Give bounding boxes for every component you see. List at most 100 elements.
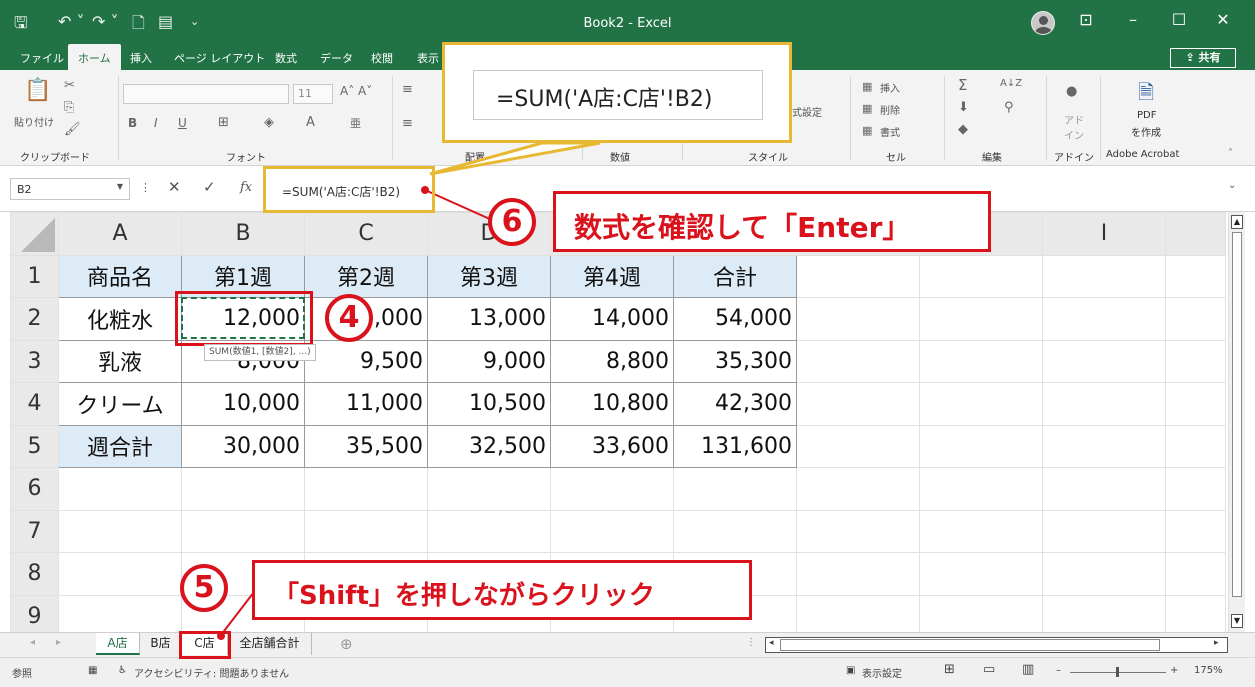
horizontal-scrollbar[interactable]: ◂ ▸ (765, 637, 1228, 653)
cell[interactable] (1165, 509, 1226, 553)
cell[interactable] (1165, 254, 1226, 298)
border-icon[interactable]: ⊞ (218, 115, 229, 130)
scroll-up-icon[interactable]: ▲ (1231, 215, 1243, 229)
zoom-slider-thumb[interactable] (1116, 667, 1119, 677)
enter-icon[interactable]: ✓ (203, 178, 216, 196)
row-header-4[interactable]: 4 (10, 382, 59, 426)
display-settings-label[interactable]: 表示設定 (862, 665, 902, 680)
phonetic-icon[interactable]: 亜 (350, 115, 361, 131)
addin-button-label[interactable]: アド イン (1064, 112, 1084, 142)
cell-c1[interactable]: 第2週 (304, 254, 428, 298)
cell[interactable] (919, 382, 1043, 426)
cell-d3[interactable]: 9,000 (427, 339, 551, 383)
ribbon-display-button[interactable]: ⊡ (1071, 10, 1101, 29)
normal-view-icon[interactable]: ⊞ (944, 662, 955, 677)
cell-d5[interactable]: 32,500 (427, 424, 551, 468)
delete-cells-icon[interactable]: ▦ (862, 102, 872, 115)
paste-icon[interactable]: 📋 (24, 78, 51, 103)
cell[interactable] (427, 509, 551, 553)
page-layout-view-icon[interactable]: ▭ (983, 662, 995, 677)
cell-b5[interactable]: 30,000 (181, 424, 305, 468)
find-icon[interactable]: ⚲ (1004, 100, 1014, 115)
underline-icon[interactable]: U (178, 116, 187, 130)
cell-a2[interactable]: 化粧水 (58, 297, 182, 341)
insert-cells-label[interactable]: 挿入 (880, 80, 900, 95)
sheet-tab-all-stores[interactable]: 全店舗合計 (228, 633, 312, 655)
bold-icon[interactable]: B (128, 116, 137, 130)
page-break-view-icon[interactable]: ▥ (1022, 662, 1034, 677)
cell[interactable] (919, 552, 1043, 596)
macro-record-icon[interactable]: ▦ (88, 665, 97, 676)
tab-home[interactable]: ホーム (68, 44, 121, 70)
scroll-left-icon[interactable]: ◂ (769, 638, 774, 648)
cancel-icon[interactable]: ✕ (168, 178, 181, 196)
scroll-down-icon[interactable]: ▼ (1231, 614, 1243, 628)
cell-d1[interactable]: 第3週 (427, 254, 551, 298)
clear-icon[interactable]: ◆ (958, 122, 968, 137)
minimize-button[interactable]: – (1118, 10, 1148, 29)
collapse-ribbon-icon[interactable]: ˄ (1228, 148, 1233, 159)
row-header-6[interactable]: 6 (10, 467, 59, 511)
cell[interactable] (1165, 552, 1226, 596)
cut-icon[interactable]: ✂ (64, 78, 75, 93)
cell[interactable] (796, 297, 920, 341)
format-painter-icon[interactable]: 🖌 (64, 122, 81, 137)
cell-e3[interactable]: 8,800 (550, 339, 674, 383)
cell[interactable] (796, 467, 920, 511)
sheet-tab-b[interactable]: B店 (140, 633, 182, 655)
column-header-i[interactable]: I (1042, 212, 1166, 256)
column-header-b[interactable]: B (181, 212, 305, 256)
cell[interactable] (796, 594, 920, 632)
cell-c5[interactable]: 35,500 (304, 424, 428, 468)
cell[interactable] (1042, 254, 1166, 298)
cell[interactable] (796, 552, 920, 596)
cell-a3[interactable]: 乳液 (58, 339, 182, 383)
cell[interactable] (673, 509, 797, 553)
format-cells-label[interactable]: 書式 (880, 124, 900, 139)
cell[interactable] (304, 467, 428, 511)
next-sheet-icon[interactable]: ▸ (56, 637, 61, 648)
row-header-8[interactable]: 8 (10, 552, 59, 596)
cell[interactable] (796, 254, 920, 298)
zoom-in-icon[interactable]: + (1170, 665, 1178, 676)
column-header-j[interactable] (1165, 212, 1226, 256)
cell[interactable] (1042, 424, 1166, 468)
cell-f1[interactable]: 合計 (673, 254, 797, 298)
row-header-3[interactable]: 3 (10, 339, 59, 383)
cell[interactable] (796, 424, 920, 468)
cell-b4[interactable]: 10,000 (181, 382, 305, 426)
cell[interactable] (181, 509, 305, 553)
prev-sheet-icon[interactable]: ◂ (30, 637, 35, 648)
horizontal-scroll-thumb[interactable] (780, 639, 1160, 651)
cell-f2[interactable]: 54,000 (673, 297, 797, 341)
font-grow-icon[interactable]: A˄ A˅ (340, 84, 372, 98)
cell[interactable] (919, 424, 1043, 468)
cell-f5[interactable]: 131,600 (673, 424, 797, 468)
tab-data[interactable]: データ (320, 50, 353, 66)
row-header-2[interactable]: 2 (10, 297, 59, 341)
font-size-select[interactable]: 11 (293, 84, 333, 104)
cell-f3[interactable]: 35,300 (673, 339, 797, 383)
accessibility-status[interactable]: アクセシビリティ: 問題ありません (134, 665, 289, 680)
cell[interactable] (1042, 594, 1166, 632)
cell-d2[interactable]: 13,000 (427, 297, 551, 341)
cell[interactable] (673, 467, 797, 511)
cell-f4[interactable]: 42,300 (673, 382, 797, 426)
cell[interactable] (919, 254, 1043, 298)
align-left-icon[interactable]: ≡ (402, 116, 413, 131)
fill-color-icon[interactable]: ◈ (264, 115, 274, 130)
cell[interactable] (1165, 339, 1226, 383)
cell[interactable] (550, 467, 674, 511)
delete-cells-label[interactable]: 削除 (880, 102, 900, 117)
cell[interactable] (58, 552, 182, 596)
scroll-thumb[interactable] (1232, 232, 1242, 597)
tab-page-layout[interactable]: ページ レイアウト (174, 50, 265, 66)
cell[interactable] (1165, 297, 1226, 341)
cell-e5[interactable]: 33,600 (550, 424, 674, 468)
chevron-down-icon[interactable]: ▼ (117, 182, 123, 191)
insert-function-icon[interactable]: fx (240, 180, 252, 195)
expand-formula-bar-icon[interactable]: ⌄ (1228, 180, 1236, 191)
splitter-icon[interactable]: ⋮ (746, 637, 756, 648)
cell[interactable] (1165, 382, 1226, 426)
tab-formulas[interactable]: 数式 (275, 50, 297, 66)
